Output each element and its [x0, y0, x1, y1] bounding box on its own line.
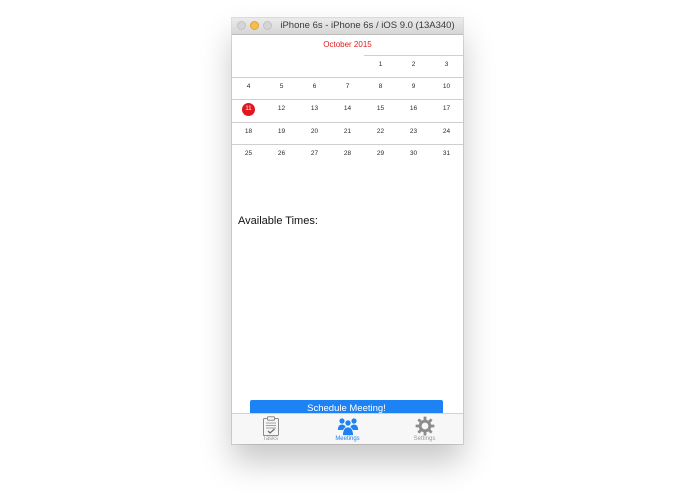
calendar-day[interactable]: 2 [397, 61, 430, 68]
tab-meetings-label: Meetings [335, 436, 360, 442]
calendar-day[interactable]: 21 [331, 128, 364, 135]
calendar-day[interactable]: 31 [430, 150, 463, 157]
window-title: iPhone 6s - iPhone 6s / iOS 9.0 (13A340) [280, 20, 455, 31]
simulator-window: iPhone 6s - iPhone 6s / iOS 9.0 (13A340)… [232, 18, 463, 444]
calendar-day[interactable]: 23 [397, 128, 430, 135]
available-times-label: Available Times: [238, 215, 318, 227]
week-separator [232, 143, 463, 145]
calendar-day[interactable]: 17 [430, 105, 463, 112]
calendar-day[interactable]: 29 [364, 150, 397, 157]
calendar-day[interactable]: 8 [364, 83, 397, 90]
calendar-day[interactable]: 6 [298, 83, 331, 90]
calendar-day[interactable]: 18 [232, 128, 265, 135]
calendar-day[interactable]: 14 [331, 105, 364, 112]
calendar-day[interactable]: 5 [265, 83, 298, 90]
week-separator [232, 77, 463, 79]
calendar-day[interactable]: 30 [397, 150, 430, 157]
tab-bar: Tasks Meetings Settings [232, 413, 463, 444]
calendar-day[interactable]: 3 [430, 61, 463, 68]
tab-meetings[interactable]: Meetings [309, 414, 386, 444]
calendar-day[interactable]: 10 [430, 83, 463, 90]
app-screen: October 2015 1 2 3 4 5 6 7 8 9 10 11 12 13 14 15 16 17 18… [232, 35, 463, 444]
tab-tasks[interactable]: Tasks [232, 414, 309, 444]
calendar-day[interactable]: 25 [232, 150, 265, 157]
calendar-day[interactable]: 22 [364, 128, 397, 135]
gear-icon [415, 416, 434, 436]
calendar-day[interactable]: 24 [430, 128, 463, 135]
calendar-day[interactable]: 20 [298, 128, 331, 135]
week-separator [232, 121, 463, 123]
window-titlebar[interactable]: iPhone 6s - iPhone 6s / iOS 9.0 (13A340) [232, 18, 463, 35]
calendar-day[interactable]: 27 [298, 150, 331, 157]
close-button[interactable] [237, 21, 246, 30]
calendar-day[interactable]: 28 [331, 150, 364, 157]
clipboard-icon [262, 416, 279, 436]
week-separator [232, 99, 463, 101]
tab-settings[interactable]: Settings [386, 414, 463, 444]
calendar-day[interactable]: 12 [265, 105, 298, 112]
calendar-month-title: October 2015 [323, 40, 372, 49]
calendar-day[interactable]: 16 [397, 105, 430, 112]
calendar-day[interactable]: 26 [265, 150, 298, 157]
calendar-day[interactable]: 13 [298, 105, 331, 112]
week-separator [364, 55, 463, 56]
calendar-day[interactable]: 15 [364, 105, 397, 112]
calendar-day[interactable]: 4 [232, 83, 265, 90]
tab-tasks-label: Tasks [262, 436, 279, 442]
today-marker: 11 [242, 103, 255, 117]
people-icon [337, 418, 358, 436]
calendar-day[interactable]: 19 [265, 128, 298, 135]
calendar-day[interactable]: 1 [364, 61, 397, 68]
calendar-day[interactable]: 7 [331, 83, 364, 90]
tab-settings-label: Settings [413, 436, 436, 442]
calendar-day[interactable]: 11 [232, 103, 265, 117]
calendar-day[interactable]: 9 [397, 83, 430, 90]
minimize-button[interactable] [250, 21, 259, 30]
zoom-button[interactable] [263, 21, 272, 30]
